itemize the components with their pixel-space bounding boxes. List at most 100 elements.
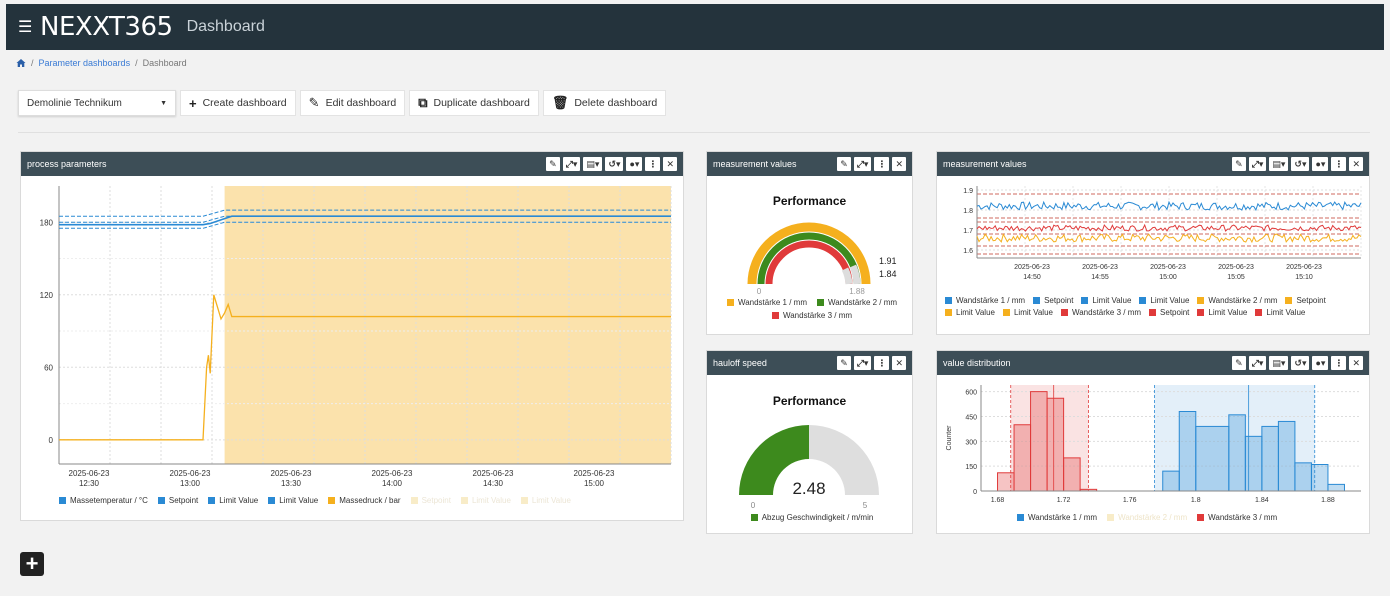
settings-icon[interactable]: ●▾ bbox=[1312, 356, 1329, 370]
panel-header: process parameters ✎ ⤢▾ ▤▾ ↺▾ ●▾ ⋮ ✕ bbox=[21, 152, 683, 176]
history-icon[interactable]: ↺▾ bbox=[605, 157, 624, 171]
legend-item[interactable]: Wandstärke 1 / mm bbox=[945, 296, 1025, 305]
expand-icon[interactable]: ⤢▾ bbox=[562, 157, 581, 171]
more-icon[interactable]: ⋮ bbox=[1331, 157, 1347, 171]
legend-item[interactable]: Wandstärke 2 / mm bbox=[817, 298, 897, 307]
edit-widget-icon[interactable]: ✎ bbox=[1232, 157, 1246, 171]
histogram-bar bbox=[1030, 391, 1048, 492]
edit-widget-icon[interactable]: ✎ bbox=[837, 356, 851, 370]
settings-icon[interactable]: ●▾ bbox=[626, 157, 643, 171]
legend-item[interactable]: Setpoint bbox=[410, 496, 451, 505]
divider bbox=[18, 132, 1370, 133]
expand-icon[interactable]: ⤢▾ bbox=[853, 157, 872, 171]
chart-type-icon[interactable]: ▤▾ bbox=[1269, 157, 1289, 171]
legend-item[interactable]: Wandstärke 3 / mm bbox=[1197, 513, 1277, 522]
legend-item[interactable]: Limit Value bbox=[945, 308, 995, 317]
history-icon[interactable]: ↺▾ bbox=[1291, 356, 1310, 370]
y-tick-label: 0 bbox=[49, 436, 54, 445]
breadcrumb-parameter-dashboards[interactable]: Parameter dashboards bbox=[39, 58, 131, 68]
legend-item[interactable]: Wandstärke 3 / mm bbox=[771, 311, 852, 320]
edit-widget-icon[interactable]: ✎ bbox=[837, 157, 851, 171]
more-icon[interactable]: ⋮ bbox=[874, 157, 890, 171]
close-icon[interactable]: ✕ bbox=[892, 157, 906, 171]
y-axis-label: Counter bbox=[946, 425, 953, 451]
gauge-value-1: 1.91 bbox=[879, 256, 897, 266]
hamburger-icon[interactable]: ☰ bbox=[18, 17, 34, 37]
mv2-legend: Wandstärke 1 / mm Setpoint Limit Value L… bbox=[945, 296, 1365, 317]
legend-item[interactable]: Massedruck / bar bbox=[328, 496, 401, 505]
legend-item[interactable]: Limit Value bbox=[208, 496, 258, 505]
edit-dashboard-button[interactable]: ✎ Edit dashboard bbox=[299, 90, 406, 116]
legend-item[interactable]: Limit Value bbox=[268, 496, 318, 505]
more-icon[interactable]: ⋮ bbox=[645, 157, 661, 171]
measurement-line-chart[interactable]: 1.6 1.7 1.8 1.9 2025-06-23 14:50 2025-06-23 14:… bbox=[937, 178, 1369, 296]
page-title: Dashboard bbox=[186, 18, 265, 35]
caret-down-icon: ▼ bbox=[160, 99, 167, 107]
legend-item[interactable]: Limit Value bbox=[520, 496, 571, 505]
panel-measurement-gauge: measurement values ✎ ⤢▾ ⋮ ✕ Performance … bbox=[706, 151, 913, 335]
expand-icon[interactable]: ⤢▾ bbox=[853, 356, 872, 370]
top-bar: ☰ NEXXT365 Dashboard bbox=[6, 4, 1384, 50]
close-icon[interactable]: ✕ bbox=[1349, 356, 1363, 370]
legend-item[interactable]: Limit Value bbox=[1081, 296, 1131, 305]
home-icon[interactable] bbox=[16, 58, 26, 68]
legend-item[interactable]: Wandstärke 2 / mm bbox=[1197, 296, 1277, 305]
x-tick-label: 2025-06-23 bbox=[69, 469, 110, 478]
settings-icon[interactable]: ●▾ bbox=[1312, 157, 1329, 171]
gauge-arc-rest bbox=[849, 264, 861, 285]
more-icon[interactable]: ⋮ bbox=[1331, 356, 1347, 370]
add-widget-button[interactable]: + bbox=[20, 552, 44, 576]
y-tick-label: 120 bbox=[40, 291, 54, 300]
legend-item[interactable]: Setpoint bbox=[1149, 308, 1189, 317]
expand-icon[interactable]: ⤢▾ bbox=[1248, 356, 1267, 370]
legend-item[interactable]: Limit Value bbox=[460, 496, 511, 505]
y-tick-label: 1.9 bbox=[963, 188, 973, 195]
legend-item[interactable]: Setpoint bbox=[1033, 296, 1073, 305]
y-tick-label: 0 bbox=[973, 489, 977, 496]
legend-item[interactable]: Abzug Geschwindigkeit / m/min bbox=[750, 513, 873, 522]
delete-dashboard-button[interactable]: 🗑 Delete dashboard bbox=[542, 90, 667, 116]
legend-item[interactable]: Setpoint bbox=[157, 496, 198, 505]
legend-item[interactable]: Setpoint bbox=[1285, 296, 1326, 305]
x-tick-label: 15:00 bbox=[1159, 274, 1177, 281]
histogram-bar bbox=[1327, 483, 1345, 492]
legend-item[interactable]: Limit Value bbox=[1255, 308, 1305, 317]
app-logo[interactable]: NEXXT365 bbox=[40, 12, 173, 42]
x-tick-label: 2025-06-23 bbox=[473, 469, 514, 478]
distribution-chart[interactable]: 0 150 300 450 600 1.68 1.72 1.76 1.8 1.84 1.88 Coun… bbox=[937, 377, 1369, 509]
legend-item[interactable]: Limit Value bbox=[1139, 296, 1189, 305]
legend-item[interactable]: Wandstärke 2 / mm bbox=[1107, 513, 1187, 522]
legend-item[interactable]: Limit Value bbox=[1002, 308, 1053, 317]
x-tick-label: 15:05 bbox=[1227, 274, 1245, 281]
panel-value-distribution: value distribution ✎ ⤢▾ ▤▾ ↺▾ ●▾ ⋮ ✕ 0 15… bbox=[936, 350, 1370, 534]
duplicate-dashboard-button[interactable]: ⧉ Duplicate dashboard bbox=[409, 90, 539, 116]
edit-widget-icon[interactable]: ✎ bbox=[1232, 356, 1246, 370]
close-icon[interactable]: ✕ bbox=[663, 157, 677, 171]
x-tick-label: 2025-06-23 bbox=[1150, 264, 1186, 271]
dashboard-toolbar: Demolinie Technikum ▼ + Create dashboard… bbox=[18, 90, 667, 116]
process-legend: Massetemperatur / °C Setpoint Limit Valu… bbox=[59, 496, 679, 505]
panel-controls: ✎ ⤢▾ ⋮ ✕ bbox=[837, 157, 906, 171]
legend-item[interactable]: Wandstärke 3 / mm bbox=[1060, 308, 1141, 317]
create-dashboard-button[interactable]: + Create dashboard bbox=[180, 90, 296, 116]
history-icon[interactable]: ↺▾ bbox=[1291, 157, 1310, 171]
chart-type-icon[interactable]: ▤▾ bbox=[583, 157, 603, 171]
x-tick-label: 1.72 bbox=[1057, 497, 1071, 504]
legend-item[interactable]: Wandstärke 1 / mm bbox=[726, 298, 807, 307]
x-tick-label: 14:00 bbox=[382, 479, 403, 488]
close-icon[interactable]: ✕ bbox=[1349, 157, 1363, 171]
process-chart[interactable]: 0601201802025-06-2312:302025-06-2313:002… bbox=[21, 176, 683, 496]
legend-item[interactable]: Massetemperatur / °C bbox=[59, 496, 148, 505]
close-icon[interactable]: ✕ bbox=[892, 356, 906, 370]
gauge-max-label: 5 bbox=[863, 501, 868, 510]
dashboard-select[interactable]: Demolinie Technikum ▼ bbox=[18, 90, 176, 116]
x-tick-label: 2025-06-23 bbox=[372, 469, 413, 478]
expand-icon[interactable]: ⤢▾ bbox=[1248, 157, 1267, 171]
edit-widget-icon[interactable]: ✎ bbox=[546, 157, 560, 171]
legend-item[interactable]: Wandstärke 1 / mm bbox=[1017, 513, 1097, 522]
legend-item[interactable]: Limit Value bbox=[1197, 308, 1247, 317]
more-icon[interactable]: ⋮ bbox=[874, 356, 890, 370]
chart-type-icon[interactable]: ▤▾ bbox=[1269, 356, 1289, 370]
histogram-bar bbox=[1228, 414, 1246, 492]
panel-process-parameters: process parameters ✎ ⤢▾ ▤▾ ↺▾ ●▾ ⋮ ✕ 0 60… bbox=[20, 151, 684, 521]
